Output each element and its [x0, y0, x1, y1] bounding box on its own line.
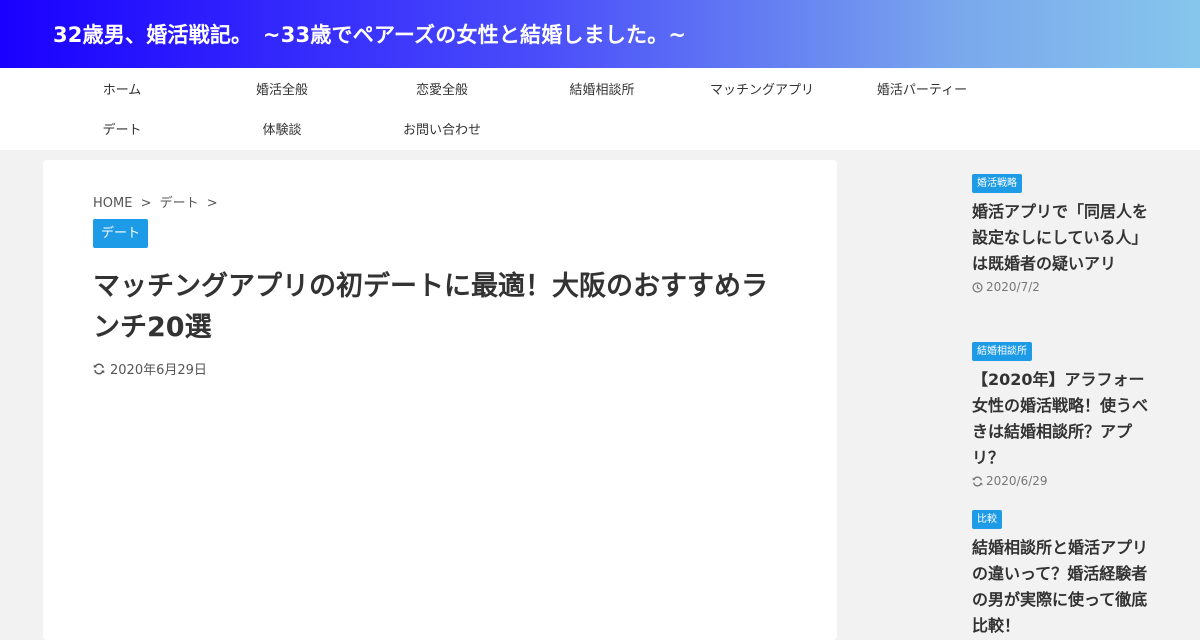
- post-date-text: 2020年6月29日: [110, 363, 207, 378]
- sidebar-post-date-text: 2020/6/29: [986, 474, 1048, 488]
- post-title: マッチングアプリの初デートに最適！大阪のおすすめランチ20選: [93, 271, 768, 343]
- refresh-icon: [93, 363, 105, 374]
- sidebar-post-category[interactable]: 比較: [972, 510, 1002, 529]
- nav-item-party[interactable]: 婚活パーティー: [842, 68, 1002, 108]
- breadcrumb-separator: >: [206, 196, 218, 211]
- sidebar-post[interactable]: 結婚相談所 【2020年】アラフォー女性の婚活戦略！使うべきは結婚相談所？アプリ…: [972, 339, 1172, 488]
- nav-item-date[interactable]: デート: [42, 108, 202, 148]
- sidebar-post-date: 2020/7/2: [972, 280, 1172, 294]
- sidebar-post[interactable]: 婚活戦略 婚活アプリで「同居人を設定なしにしている人」は既婚者の疑いアリ 202…: [972, 171, 1172, 294]
- sidebar-post[interactable]: 比較 結婚相談所と婚活アプリの違いって？婚活経験者の男が実際に使って徹底比較！: [972, 507, 1172, 639]
- post-date: 2020年6月29日: [93, 359, 207, 378]
- site-header: 32歳男、婚活戦記。 ~33歳でペアーズの女性と結婚しました。~: [0, 0, 1200, 68]
- sidebar-post-date: 2020/6/29: [972, 474, 1172, 488]
- clock-icon: [972, 281, 983, 293]
- breadcrumb: HOME > デート >: [93, 192, 222, 211]
- sidebar-post-date-text: 2020/7/2: [986, 280, 1040, 294]
- global-nav: ホーム 婚活全般 恋愛全般 結婚相談所 マッチングアプリ 婚活パーティー デート…: [0, 68, 1200, 150]
- nav-item-renai[interactable]: 恋愛全般: [362, 68, 522, 108]
- site-title[interactable]: 32歳男、婚活戦記。 ~33歳でペアーズの女性と結婚しました。~: [53, 19, 686, 49]
- nav-item-matching-app[interactable]: マッチングアプリ: [682, 68, 842, 108]
- sidebar-post-category[interactable]: 婚活戦略: [972, 174, 1022, 193]
- sidebar-post-title[interactable]: 結婚相談所と婚活アプリの違いって？婚活経験者の男が実際に使って徹底比較！: [972, 535, 1157, 639]
- nav-item-home[interactable]: ホーム: [42, 68, 202, 108]
- refresh-icon: [972, 475, 983, 487]
- sidebar-post-category[interactable]: 結婚相談所: [972, 342, 1032, 361]
- category-badge[interactable]: デート: [93, 219, 149, 248]
- nav-item-soudanjo[interactable]: 結婚相談所: [522, 68, 682, 108]
- sidebar-post-title[interactable]: 【2020年】アラフォー女性の婚活戦略！使うべきは結婚相談所？アプリ？: [972, 367, 1157, 471]
- nav-item-taikendan[interactable]: 体験談: [202, 108, 362, 148]
- nav-item-konkatsu[interactable]: 婚活全般: [202, 68, 362, 108]
- article-card: HOME > デート > デート マッチングアプリの初デートに最適！大阪のおすす…: [43, 160, 837, 640]
- breadcrumb-home[interactable]: HOME: [93, 196, 132, 211]
- breadcrumb-separator: >: [140, 196, 152, 211]
- breadcrumb-category[interactable]: デート: [160, 196, 199, 211]
- sidebar-post-title[interactable]: 婚活アプリで「同居人を設定なしにしている人」は既婚者の疑いアリ: [972, 199, 1157, 277]
- nav-menu: ホーム 婚活全般 恋愛全般 結婚相談所 マッチングアプリ 婚活パーティー デート…: [42, 68, 1002, 148]
- nav-item-contact[interactable]: お問い合わせ: [362, 108, 522, 148]
